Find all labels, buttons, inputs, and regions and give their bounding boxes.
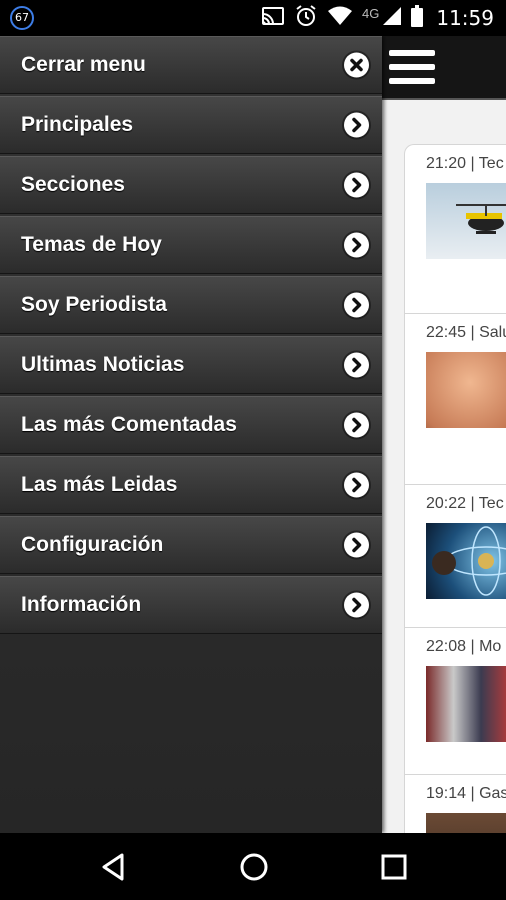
cast-icon <box>261 6 285 31</box>
status-icons: 4G 11:59 <box>261 0 494 36</box>
clock: 11:59 <box>436 6 494 30</box>
menu-item-label: Las más Leidas <box>21 473 178 496</box>
menu-item-soy-periodista[interactable]: Soy Periodista <box>0 276 382 334</box>
menu-item-label: Temas de Hoy <box>21 233 162 256</box>
chevron-right-icon <box>344 172 369 198</box>
chevron-right-icon <box>344 592 369 618</box>
news-thumbnail <box>426 352 506 428</box>
news-meta: 22:08 | Mo <box>426 638 502 655</box>
news-thumbnail <box>426 523 506 599</box>
menu-item-label: Cerrar menu <box>21 53 146 76</box>
notification-badge: 67 <box>10 6 34 30</box>
news-meta: 19:14 | Gas <box>426 785 506 802</box>
news-card[interactable]: 21:20 | Tec <box>404 144 506 313</box>
news-list: 21:20 | Tec 22:45 | Salu 20:22 | Tec 22:… <box>404 144 506 833</box>
news-card[interactable]: 22:45 | Salu <box>404 313 506 484</box>
menu-item-label: Información <box>21 593 142 616</box>
content-area: 21:20 | Tec 22:45 | Salu 20:22 | Tec 22:… <box>382 36 506 833</box>
menu-item-label: Ultimas Noticias <box>21 353 185 376</box>
chevron-right-icon <box>344 352 369 378</box>
system-nav-bar <box>0 833 506 900</box>
menu-item-secciones[interactable]: Secciones <box>0 156 382 214</box>
status-bar: 67 4G 11:59 <box>0 0 506 36</box>
menu-item-principales[interactable]: Principales <box>0 96 382 154</box>
menu-item-mas-comentadas[interactable]: Las más Comentadas <box>0 396 382 454</box>
menu-item-label: Principales <box>21 113 134 136</box>
chevron-right-icon <box>344 412 369 438</box>
news-meta: 20:22 | Tec <box>426 495 504 512</box>
news-thumbnail <box>426 813 506 833</box>
news-card[interactable]: 20:22 | Tec <box>404 484 506 627</box>
close-icon[interactable] <box>344 52 369 78</box>
hamburger-menu-icon[interactable] <box>389 50 435 86</box>
chevron-right-icon <box>344 472 369 498</box>
home-icon[interactable] <box>236 849 272 885</box>
chevron-right-icon <box>344 112 369 138</box>
news-meta: 22:45 | Salu <box>426 324 506 341</box>
news-card[interactable]: 22:08 | Mo <box>404 627 506 774</box>
menu-item-mas-leidas[interactable]: Las más Leidas <box>0 456 382 514</box>
menu-item-close[interactable]: Cerrar menu <box>0 36 382 94</box>
back-icon[interactable] <box>96 849 132 885</box>
news-thumbnail <box>426 666 506 742</box>
news-card[interactable]: 19:14 | Gas <box>404 774 506 833</box>
alarm-icon <box>294 4 318 33</box>
menu-item-configuracion[interactable]: Configuración <box>0 516 382 574</box>
wifi-icon <box>327 6 353 31</box>
menu-item-label: Configuración <box>21 533 164 556</box>
menu-item-ultimas-noticias[interactable]: Ultimas Noticias <box>0 336 382 394</box>
recents-icon[interactable] <box>376 849 412 885</box>
navigation-drawer: Cerrar menu Principales Secciones Temas … <box>0 36 382 833</box>
news-thumbnail <box>426 183 506 259</box>
menu-item-label: Soy Periodista <box>21 293 167 316</box>
chevron-right-icon <box>344 532 369 558</box>
news-meta: 21:20 | Tec <box>426 155 504 172</box>
chevron-right-icon <box>344 232 369 258</box>
menu-item-label: Secciones <box>21 173 125 196</box>
chevron-right-icon <box>344 292 369 318</box>
signal-icon <box>382 6 402 31</box>
battery-icon <box>411 4 424 32</box>
app-header <box>382 36 506 100</box>
menu-item-label: Las más Comentadas <box>21 413 237 436</box>
menu-item-informacion[interactable]: Información <box>0 576 382 634</box>
menu-item-temas-de-hoy[interactable]: Temas de Hoy <box>0 216 382 274</box>
network-type: 4G <box>362 5 380 21</box>
